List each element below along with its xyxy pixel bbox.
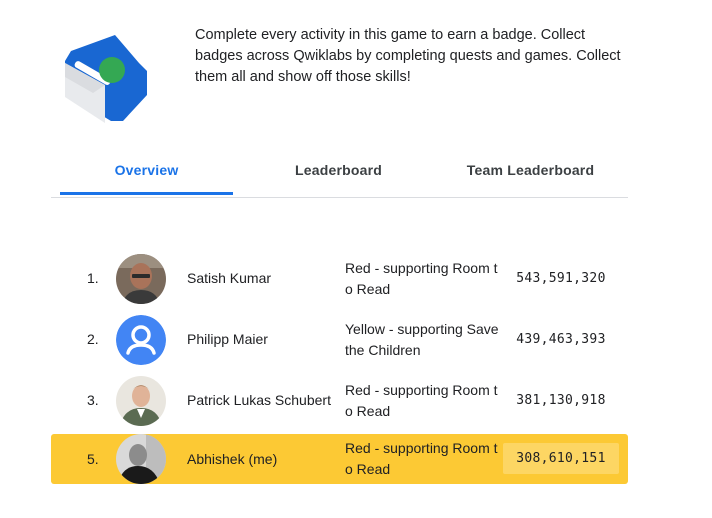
current-user-row: 5. Abhishek (me) Red - supporting Room t… <box>51 434 628 484</box>
default-user-avatar <box>116 315 166 365</box>
team-name: Red - supporting Room to Read <box>345 382 498 419</box>
team-name: Red - supporting Room to Read <box>345 260 498 297</box>
rank-number: 2. <box>87 331 99 347</box>
avatar <box>116 254 166 304</box>
player-score: 308,610,151 <box>503 443 619 474</box>
player-name: Satish Kumar <box>187 270 272 286</box>
active-tab-indicator <box>60 192 233 195</box>
game-badge-icon <box>61 33 149 125</box>
rank-number: 5. <box>87 451 99 467</box>
leaderboard-list: 1. Satish Kumar Red - supporting Room to… <box>51 248 628 484</box>
team-name: Yellow - supporting Save the Children <box>345 321 499 358</box>
rank-number: 1. <box>87 270 99 286</box>
player-name: Philipp Maier <box>187 331 268 347</box>
player-score: 439,463,393 <box>516 332 606 347</box>
avatar <box>116 434 166 484</box>
tab-team-leaderboard[interactable]: Team Leaderboard <box>444 152 617 196</box>
player-score: 381,130,918 <box>516 393 606 408</box>
leaderboard-row: 1. Satish Kumar Red - supporting Room to… <box>51 248 628 309</box>
player-name: Abhishek (me) <box>187 451 278 467</box>
tab-overview[interactable]: Overview <box>60 152 233 196</box>
game-description: Complete every activity in this game to … <box>195 27 621 85</box>
avatar <box>116 376 166 426</box>
rank-number: 3. <box>87 392 99 408</box>
leaderboard-row: 3. Patrick Lukas Schubert Red - supporti… <box>51 370 628 431</box>
tab-leaderboard[interactable]: Leaderboard <box>252 152 425 196</box>
team-name: Red - supporting Room to Read <box>345 440 498 477</box>
player-name: Patrick Lukas Schubert <box>187 392 331 408</box>
leaderboard-row: 2. Philipp Maier Yellow - supporting Sav… <box>51 309 628 370</box>
tab-bar: Overview Leaderboard Team Leaderboard <box>51 152 628 198</box>
player-score: 543,591,320 <box>516 271 606 286</box>
